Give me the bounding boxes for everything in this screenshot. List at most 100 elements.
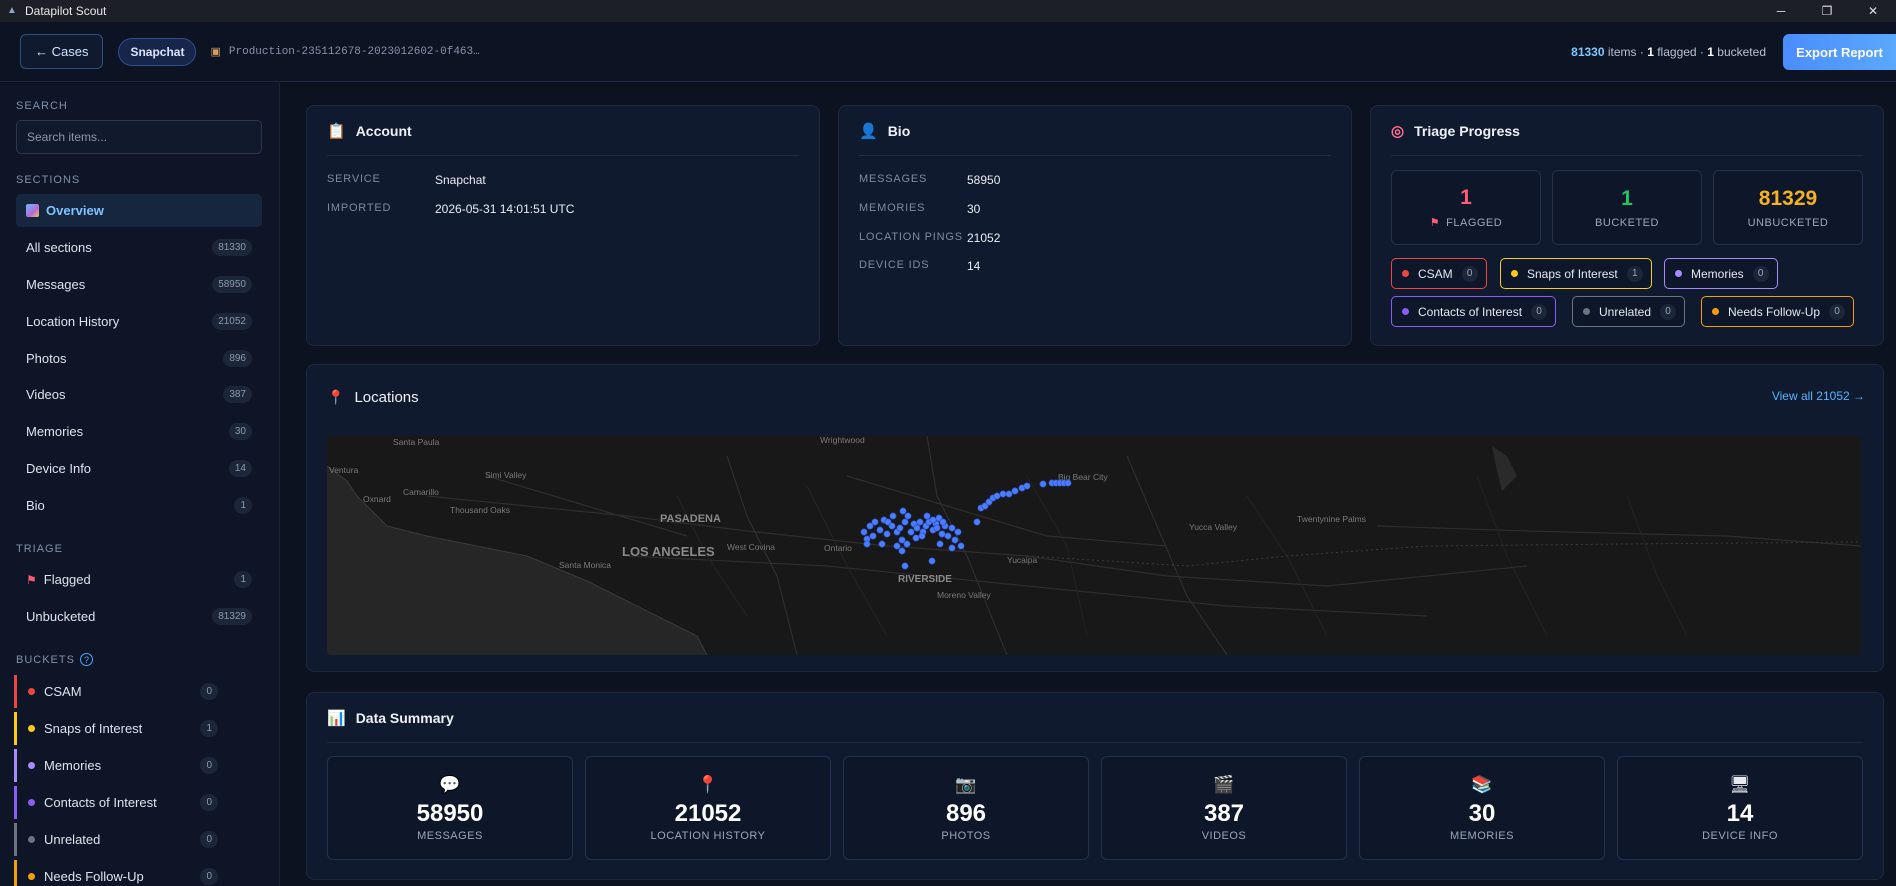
maximize-icon[interactable]: ❐ <box>1804 0 1850 22</box>
minimize-icon[interactable]: ─ <box>1758 0 1804 22</box>
location-point[interactable] <box>869 532 877 540</box>
account-card-title: 📋 Account <box>327 122 412 140</box>
tag-contacts-of-interest[interactable]: Contacts of Interest 0 <box>1391 296 1557 327</box>
sidebar-item-bio[interactable]: Bio 1 <box>16 489 262 522</box>
location-point[interactable] <box>888 522 896 530</box>
location-point[interactable] <box>907 528 915 536</box>
location-map[interactable]: Santa Paula Wrightwood Ventura Simi Vall… <box>327 436 1861 655</box>
location-point[interactable] <box>903 540 911 548</box>
location-point[interactable] <box>918 532 926 540</box>
summary-photos[interactable]: 📷 896 PHOTOS <box>843 756 1089 860</box>
sidebar-item-overview[interactable]: Overview <box>16 194 262 227</box>
location-point[interactable] <box>860 528 868 536</box>
search-input[interactable] <box>27 130 247 144</box>
tag-unrelated[interactable]: Unrelated 0 <box>1572 296 1686 327</box>
help-icon[interactable]: ? <box>79 653 93 666</box>
tag-snaps-of-interest[interactable]: Snaps of Interest 1 <box>1500 258 1652 289</box>
tag-color-dot <box>1402 308 1409 315</box>
location-point[interactable] <box>876 526 884 534</box>
location-point[interactable] <box>878 540 886 548</box>
location-point[interactable] <box>1023 482 1031 490</box>
location-point[interactable] <box>944 532 952 540</box>
tag-needs-follow-up[interactable]: Needs Follow-Up 0 <box>1701 296 1855 327</box>
sidebar-item-messages[interactable]: Messages 58950 <box>16 268 262 301</box>
location-point[interactable] <box>923 512 931 520</box>
location-point[interactable] <box>993 492 1001 500</box>
location-point[interactable] <box>883 530 891 538</box>
bucket-label: CSAM <box>44 684 82 699</box>
location-point[interactable] <box>863 540 871 548</box>
clipboard-icon: 📋 <box>327 123 346 140</box>
buckets-heading-label: BUCKETS <box>16 653 75 666</box>
location-point[interactable] <box>912 534 920 542</box>
view-all-locations-link[interactable]: View all 21052 → <box>1772 389 1865 403</box>
location-point[interactable] <box>904 512 912 520</box>
location-point[interactable] <box>938 530 946 538</box>
field-value: 58950 <box>967 173 1001 187</box>
location-point[interactable] <box>913 524 921 532</box>
location-point[interactable] <box>901 518 909 526</box>
sidebar-item-photos[interactable]: Photos 896 <box>16 342 262 375</box>
summary-location-history[interactable]: 📍 21052 LOCATION HISTORY <box>585 756 831 860</box>
clapperboard-icon: 🎬 <box>1213 774 1235 794</box>
location-point[interactable] <box>999 490 1007 498</box>
location-point[interactable] <box>901 562 909 570</box>
location-point[interactable] <box>899 507 907 515</box>
search-field[interactable] <box>16 120 262 154</box>
sidebar-item-all-sections[interactable]: All sections 81330 <box>16 231 262 264</box>
location-point[interactable] <box>1064 479 1072 487</box>
sidebar-item-videos[interactable]: Videos 387 <box>16 378 262 411</box>
location-point[interactable] <box>889 512 897 520</box>
location-point[interactable] <box>936 540 944 548</box>
count-badge: 1 <box>234 497 252 514</box>
location-point[interactable] <box>973 518 981 526</box>
location-point[interactable] <box>954 528 962 536</box>
summary-videos[interactable]: 🎬 387 VIDEOS <box>1101 756 1347 860</box>
map-label: Twentynine Palms <box>1297 514 1366 524</box>
location-point[interactable] <box>933 524 941 532</box>
tag-memories[interactable]: Memories 0 <box>1664 258 1778 289</box>
location-point[interactable] <box>939 518 947 526</box>
sidebar-item-device-info[interactable]: Device Info 14 <box>16 452 262 485</box>
location-point[interactable] <box>1005 490 1013 498</box>
location-point[interactable] <box>951 536 959 544</box>
location-point[interactable] <box>896 524 904 532</box>
export-report-button[interactable]: Export Report <box>1783 34 1896 70</box>
back-to-cases-button[interactable]: ← Cases <box>20 34 104 69</box>
bucket-item-csam[interactable]: CSAM 0 <box>14 675 228 708</box>
sidebar-item-memories[interactable]: Memories 30 <box>16 415 262 448</box>
location-point[interactable] <box>893 542 901 550</box>
sidebar-item-flagged[interactable]: ⚑ Flagged 1 <box>16 563 262 596</box>
location-point[interactable] <box>898 547 906 555</box>
tag-csam[interactable]: CSAM 0 <box>1391 258 1487 289</box>
location-point[interactable] <box>916 518 924 526</box>
summary-messages[interactable]: 💬 58950 MESSAGES <box>327 756 573 860</box>
location-point[interactable] <box>1039 480 1047 488</box>
bucket-item-needs-follow-up[interactable]: Needs Follow-Up 0 <box>14 860 228 886</box>
map-canvas[interactable]: Santa Paula Wrightwood Ventura Simi Vall… <box>327 436 1861 655</box>
bucket-color-dot <box>28 725 35 732</box>
sidebar-item-unbucketed[interactable]: Unbucketed 81329 <box>16 600 262 633</box>
location-point[interactable] <box>1011 487 1019 495</box>
sidebar-item-location-history[interactable]: Location History 21052 <box>16 305 262 338</box>
flagged-stat[interactable]: 1 ⚑ FLAGGED <box>1391 170 1541 245</box>
summary-device-info[interactable]: 🖥 14 DEVICE INFO <box>1617 756 1863 860</box>
close-icon[interactable]: ✕ <box>1850 0 1896 22</box>
location-point[interactable] <box>948 544 956 552</box>
location-point[interactable] <box>957 542 965 550</box>
bucket-item-unrelated[interactable]: Unrelated 0 <box>14 823 228 856</box>
tag-label: Snaps of Interest <box>1527 266 1618 281</box>
bucket-item-snaps-of-interest[interactable]: Snaps of Interest 1 <box>14 712 228 745</box>
case-id-text: Production-235112678-2023012602-0f463… <box>228 45 480 58</box>
location-point[interactable] <box>929 516 937 524</box>
unbucketed-stat[interactable]: 81329 UNBUCKETED <box>1713 170 1863 245</box>
bucketed-stat[interactable]: 1 BUCKETED <box>1552 170 1702 245</box>
bucket-label: Memories <box>44 758 102 773</box>
location-point[interactable] <box>928 557 936 565</box>
location-point[interactable] <box>948 524 956 532</box>
summary-memories[interactable]: 📚 30 MEMORIES <box>1359 756 1605 860</box>
bucket-item-contacts-of-interest[interactable]: Contacts of Interest 0 <box>14 786 228 819</box>
locations-card: 📍 Locations View all 21052 → Santa Paula… <box>306 364 1884 672</box>
location-point[interactable] <box>871 518 879 526</box>
bucket-item-memories[interactable]: Memories 0 <box>14 749 228 782</box>
